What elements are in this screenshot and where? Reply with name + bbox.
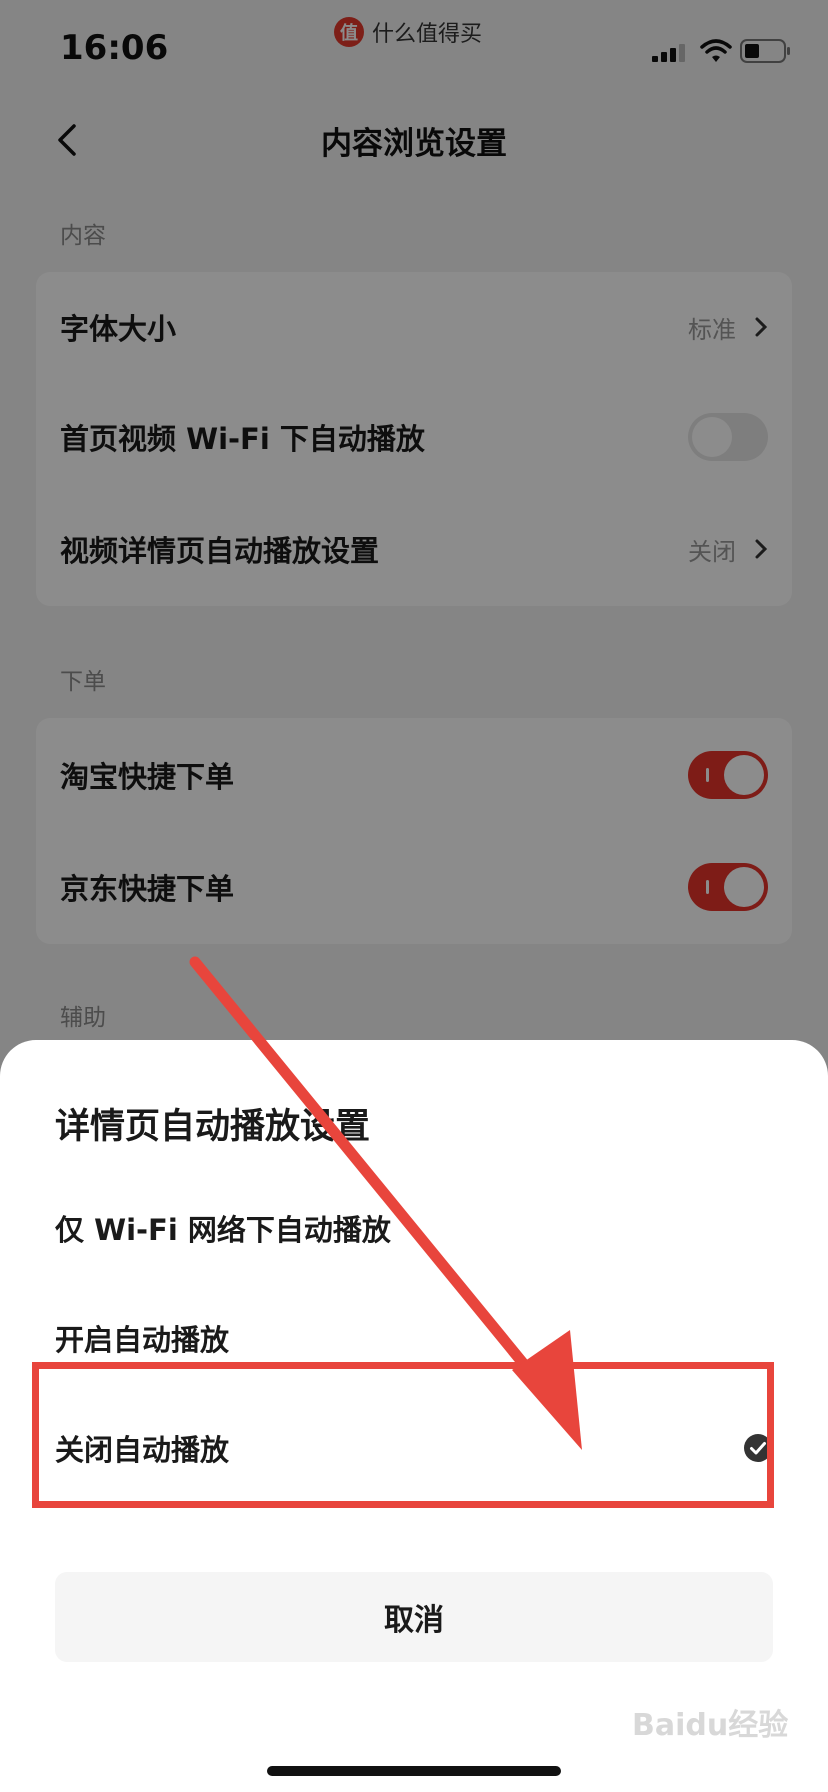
cancel-button[interactable]: 取消 [55,1572,773,1662]
watermark-logo: Baidu经验 [632,1708,789,1743]
option-wifi-only[interactable]: 仅 Wi-Fi 网络下自动播放 [55,1198,773,1258]
option-label: 开启自动播放 [55,1323,230,1357]
option-autoplay-on[interactable]: 开启自动播放 [55,1308,773,1368]
option-label: 仅 Wi-Fi 网络下自动播放 [55,1213,391,1247]
home-indicator [267,1766,561,1776]
sheet-title: 详情页自动播放设置 [55,1107,371,1147]
annotation-highlight-box [32,1362,774,1508]
